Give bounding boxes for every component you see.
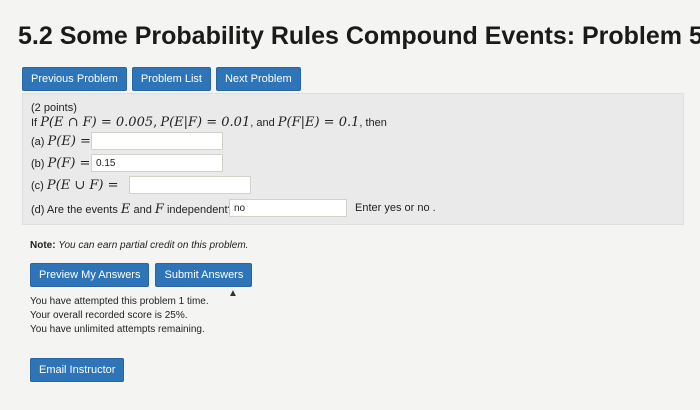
- problem-nav: Previous Problem Problem List Next Probl…: [22, 67, 301, 91]
- given-conditional-ef: P(E|F) = 0.01: [160, 115, 251, 130]
- event-e: E: [120, 202, 131, 217]
- independent-text: independent?: [166, 204, 234, 216]
- score-text: Your overall recorded score is 25%.: [30, 310, 188, 321]
- answer-d-hint: Enter yes or no .: [355, 202, 436, 214]
- part-d-text: (d) Are the events: [31, 204, 118, 216]
- answer-d-input[interactable]: no: [229, 199, 347, 217]
- partial-credit-note: Note: You can earn partial credit on thi…: [30, 240, 248, 251]
- answer-b-input[interactable]: 0.15: [91, 154, 223, 172]
- part-a-label: (a): [31, 136, 45, 148]
- email-instructor-button[interactable]: Email Instructor: [30, 358, 125, 382]
- part-a-expression: P(E) =: [47, 134, 91, 149]
- part-c: (c) P(E ∪ F) =: [31, 178, 118, 193]
- event-f: F: [154, 202, 164, 217]
- given-statement: If P(E ∩ F) = 0.005, P(E|F) = 0.01, and …: [31, 115, 387, 130]
- note-label: Note:: [30, 240, 56, 251]
- part-b-label: (b): [31, 158, 45, 170]
- and-word: , and: [250, 117, 275, 129]
- part-b: (b) P(F) =: [31, 156, 90, 171]
- preview-answers-button[interactable]: Preview My Answers: [30, 263, 150, 287]
- mouse-cursor-icon: ▲: [228, 288, 238, 299]
- answer-actions: Preview My Answers Submit Answers: [30, 263, 253, 287]
- part-b-expression: P(F) =: [47, 156, 91, 171]
- part-c-label: (c): [31, 180, 44, 192]
- problem-panel: (2 points) If P(E ∩ F) = 0.005, P(E|F) =…: [22, 93, 684, 225]
- part-a: (a) P(E) =: [31, 134, 91, 149]
- note-text: You can earn partial credit on this prob…: [58, 240, 249, 251]
- and-text: and: [133, 204, 152, 216]
- then-word: , then: [359, 117, 387, 129]
- given-intersection: P(E ∩ F) = 0.005: [40, 115, 154, 130]
- part-d: (d) Are the events E and F independent?: [31, 202, 234, 217]
- points-label: (2 points): [31, 102, 77, 114]
- part-c-expression: P(E ∪ F) =: [46, 178, 119, 193]
- if-word: If: [31, 117, 38, 129]
- page-title: 5.2 Some Probability Rules Compound Even…: [18, 22, 700, 50]
- submit-answers-button[interactable]: Submit Answers: [155, 263, 253, 287]
- given-conditional-fe: P(F|E) = 0.1: [277, 115, 360, 130]
- problem-list-button[interactable]: Problem List: [131, 67, 211, 91]
- next-problem-button[interactable]: Next Problem: [215, 67, 301, 91]
- previous-problem-button[interactable]: Previous Problem: [22, 67, 127, 91]
- attempts-text: You have attempted this problem 1 time.: [30, 296, 209, 307]
- answer-c-input[interactable]: [129, 176, 251, 194]
- attempt-status: You have attempted this problem 1 time. …: [30, 295, 209, 337]
- answer-a-input[interactable]: [91, 132, 223, 150]
- remaining-text: You have unlimited attempts remaining.: [30, 324, 205, 335]
